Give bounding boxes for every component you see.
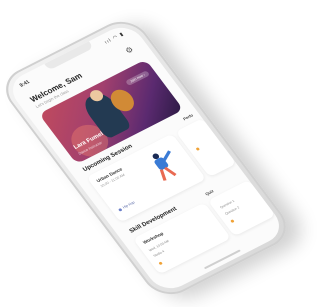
quiz-dot-icon: [230, 219, 235, 224]
performance-title: Perfo: [181, 112, 195, 122]
status-icons: ııl ◠ ▮: [103, 31, 126, 46]
status-time: 9:41: [18, 79, 32, 89]
highlight-dot-icon: [195, 147, 201, 151]
session-tag-label: Hip Hop: [121, 200, 136, 210]
dancer-leg: [164, 166, 177, 177]
quiz-row: Question 2: [224, 205, 241, 216]
tag-dot-icon: [117, 207, 123, 212]
workshop-dot-icon: [158, 261, 163, 266]
dancer-illustration: [144, 145, 195, 191]
join-button[interactable]: Join now ›: [125, 70, 151, 86]
settings-icon[interactable]: ⚙: [124, 45, 136, 56]
phone-device: 9:41 ııl ◠ ▮ Welcome, Sam Let's begin th…: [0, 13, 297, 303]
phone-mockup: 9:41 ııl ◠ ▮ Welcome, Sam Let's begin th…: [0, 0, 306, 307]
dancer-leg: [159, 169, 167, 181]
session-tag: Hip Hop: [117, 200, 136, 212]
workshop-location: Studio 4: [152, 249, 166, 258]
quiz-title: Quiz: [203, 188, 215, 197]
